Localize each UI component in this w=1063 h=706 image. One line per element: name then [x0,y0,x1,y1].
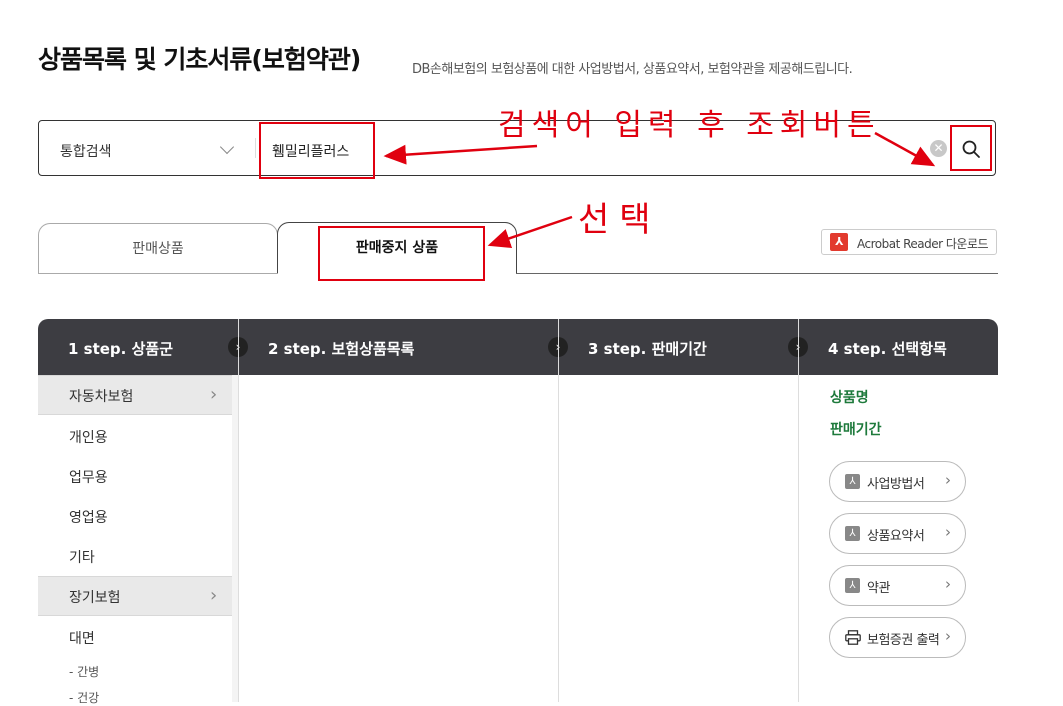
tab-baseline [516,273,998,274]
acrobat-download-button[interactable]: ⅄ Acrobat Reader 다운로드 [821,229,997,255]
page-title: 상품목록 및 기초서류(보험약관) [38,45,361,74]
list-item[interactable]: 개인용 [69,427,108,447]
list-item[interactable]: 기타 [69,547,95,567]
category-row-long-term[interactable] [38,576,232,616]
pill-label: 약관 [867,581,890,596]
chevron-right-icon: › [945,627,951,645]
column-divider [798,319,799,702]
annotation-tab-box [318,226,485,281]
chevron-right-icon: › [945,471,951,489]
terms-button[interactable]: ⅄ 약관 › [829,565,966,606]
column-divider [558,319,559,702]
page-subtitle: DB손해보험의 보험상품에 대한 사업방법서, 상품요약서, 보험약관을 제공해… [412,62,853,77]
list-scroll-track[interactable] [232,375,238,702]
category-label[interactable]: 자동차보험 [69,386,133,406]
acrobat-label: Acrobat Reader 다운로드 [857,237,989,251]
chevron-right-icon: › [210,384,218,405]
search-type-select[interactable]: 통합검색 [60,141,112,161]
pdf-icon: ⅄ [845,578,860,593]
step-4-label: 4 step. 선택항목 [828,340,947,358]
list-subitem[interactable]: - 건강 [69,689,99,706]
pdf-icon: ⅄ [845,526,860,541]
chevron-right-icon: › [945,523,951,541]
search-divider [255,138,256,158]
category-row-auto[interactable] [38,375,232,415]
category-label[interactable]: 장기보험 [69,587,121,607]
annotation-search-hint: 검색어 입력 후 조회버튼 [498,108,881,143]
print-policy-button[interactable]: 보험증권 출력 › [829,617,966,658]
list-item[interactable]: 영업용 [69,507,108,527]
tab-on-sale[interactable]: 판매상품 [38,223,278,274]
clear-icon[interactable]: ✕ [930,140,947,157]
acrobat-icon: ⅄ [830,233,848,251]
pdf-icon: ⅄ [845,474,860,489]
product-name-label: 상품명 [830,390,869,406]
pill-label: 상품요약서 [867,529,925,544]
product-summary-button[interactable]: ⅄ 상품요약서 › [829,513,966,554]
pill-label: 사업방법서 [867,477,925,492]
pill-label: 보험증권 출력 [867,633,940,648]
business-method-button[interactable]: ⅄ 사업방법서 › [829,461,966,502]
printer-icon [845,630,861,645]
annotation-search-button-box [950,125,992,171]
list-item[interactable]: 업무용 [69,467,108,487]
annotation-select-hint: 선택 [578,200,661,240]
tab-underline [38,273,278,274]
chevron-right-icon: › [945,575,951,593]
column-divider [238,319,239,702]
annotation-search-box [259,122,375,179]
chevron-right-icon: › [210,585,218,606]
step-2-label: 2 step. 보험상품목록 [268,340,415,358]
step-1-label: 1 step. 상품군 [68,340,173,358]
step-3-label: 3 step. 판매기간 [588,340,707,358]
sale-period-label: 판매기간 [830,422,882,438]
list-item[interactable]: 대면 [69,628,95,648]
list-subitem[interactable]: - 간병 [69,663,99,680]
